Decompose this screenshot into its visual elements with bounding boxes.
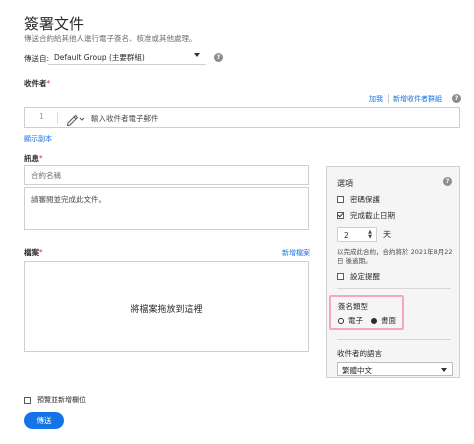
completion-deadline-label: 完成截止日期 — [350, 211, 395, 220]
recipients-heading: 收件者* — [24, 78, 50, 89]
message-heading: 訊息* — [24, 153, 43, 164]
divider — [337, 339, 451, 340]
file-dropzone[interactable]: 將檔案拖放到這裡 — [24, 261, 309, 352]
radio-written[interactable] — [371, 317, 377, 324]
divider — [57, 112, 58, 124]
page-title: 簽署文件 — [24, 15, 85, 33]
add-files-link[interactable]: 新增檔案 — [282, 248, 310, 258]
signer-role-pen-icon[interactable] — [65, 111, 87, 127]
chevron-down-icon — [194, 53, 200, 57]
recipient-row: 1 — [24, 107, 460, 128]
recipient-email-input[interactable] — [91, 111, 451, 125]
files-heading: 檔案* — [24, 247, 43, 258]
password-protect-option[interactable]: 密碼保護 — [337, 194, 380, 205]
help-icon[interactable]: ? — [452, 94, 461, 103]
preview-checkbox[interactable] — [24, 396, 31, 404]
completion-deadline-option[interactable]: 完成截止日期 — [337, 210, 395, 221]
add-recipient-group-link[interactable]: 新增收件者群組 — [393, 94, 442, 104]
help-icon[interactable]: ? — [443, 177, 452, 186]
divider — [337, 288, 451, 289]
password-protect-label: 密碼保護 — [350, 195, 380, 204]
recipient-number: 1 — [39, 112, 45, 121]
recipient-language-dropdown[interactable]: 繁體中文 — [337, 362, 453, 376]
preview-option[interactable]: 預覽並新增欄位 — [24, 395, 86, 405]
options-title: 選項 — [337, 179, 353, 188]
add-me-link[interactable]: 加我 — [369, 94, 383, 104]
set-reminder-option[interactable]: 設定提醒 — [337, 271, 380, 282]
expiration-note: 以完成此合約，合約將於 2021年8月22日 後逾期。 — [337, 248, 453, 265]
agreement-name-input[interactable] — [24, 165, 309, 185]
send-button[interactable]: 傳送 — [24, 412, 64, 429]
set-reminder-label: 設定提醒 — [350, 272, 380, 281]
signature-type-group: 簽名類型 電子 書面 — [329, 295, 404, 330]
signature-type-radios: 電子 書面 — [338, 315, 396, 326]
recipient-language-title: 收件者的語言 — [337, 349, 382, 358]
days-label: 天 — [383, 230, 391, 239]
radio-electronic[interactable] — [338, 317, 344, 324]
send-from-label: 傳送自: — [24, 54, 50, 63]
signature-type-title: 簽名類型 — [338, 302, 368, 311]
deadline-days-stepper[interactable]: 2 ▲ ▼ — [337, 227, 377, 242]
stepper-arrows-icon[interactable]: ▲ ▼ — [368, 230, 372, 240]
set-reminder-checkbox[interactable] — [337, 273, 344, 280]
send-from-dropdown[interactable]: Default Group (主要群組) — [48, 49, 206, 65]
password-protect-checkbox[interactable] — [337, 196, 344, 203]
recipient-language-value: 繁體中文 — [342, 366, 372, 375]
radio-written-label[interactable]: 書面 — [381, 315, 396, 326]
dropzone-text: 將檔案拖放到這裡 — [130, 305, 203, 315]
preview-label: 預覽並新增欄位 — [37, 396, 86, 404]
show-cc-link[interactable]: 顯示副本 — [24, 134, 52, 144]
recipients-label: 收件者 — [24, 79, 47, 88]
deadline-days-value: 2 — [344, 231, 349, 240]
message-label: 訊息 — [24, 154, 39, 163]
completion-deadline-checkbox[interactable] — [337, 212, 344, 219]
page-subtitle: 傳送合約給其他人進行電子簽名、核准或其他處理。 — [24, 34, 197, 43]
message-textarea[interactable] — [24, 187, 309, 230]
required-mark: * — [46, 79, 51, 88]
files-label: 檔案 — [24, 248, 39, 257]
send-from-value: Default Group (主要群組) — [54, 53, 145, 62]
options-panel: 選項 ? 密碼保護 完成截止日期 2 ▲ ▼ 天 以完成此合約，合約將於 2021… — [326, 166, 460, 378]
link-divider — [388, 94, 389, 103]
required-mark: * — [39, 154, 43, 163]
radio-electronic-label[interactable]: 電子 — [348, 315, 363, 326]
required-mark: * — [39, 248, 43, 257]
chevron-down-icon — [441, 368, 447, 372]
help-icon[interactable]: ? — [214, 53, 223, 62]
